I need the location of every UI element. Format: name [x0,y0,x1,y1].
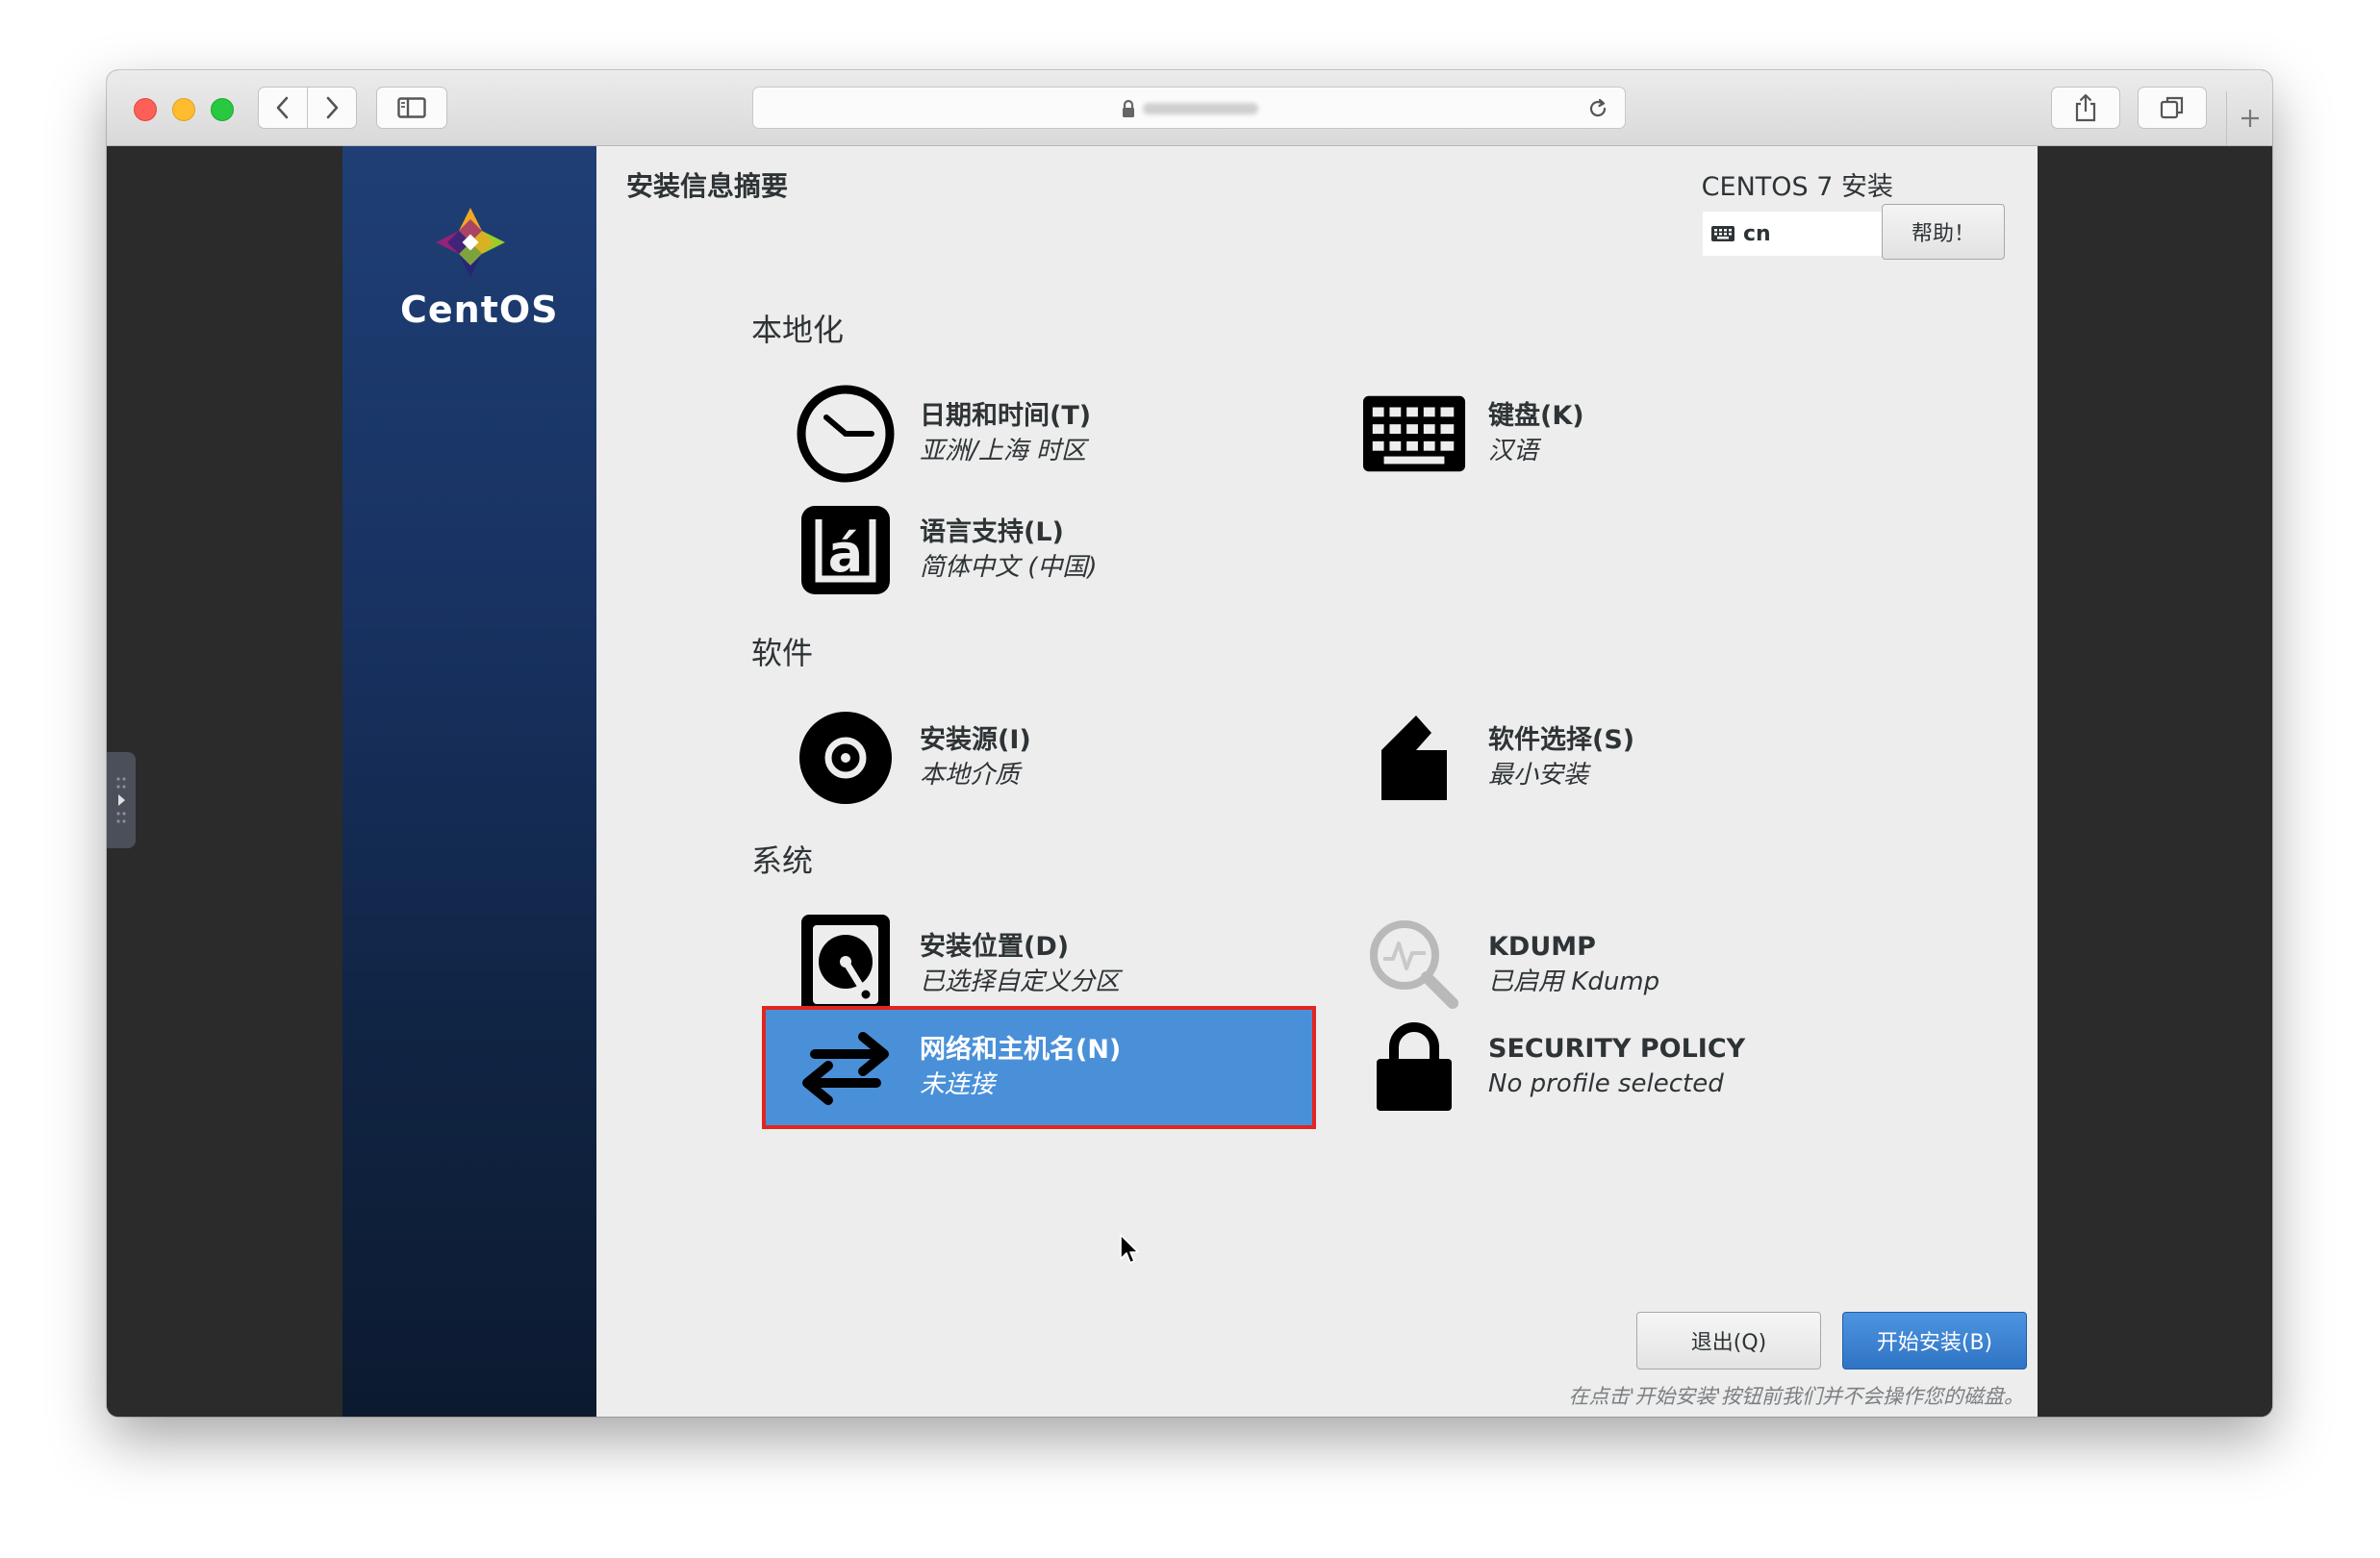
spoke-name: 键盘(K) [1488,401,1584,431]
spoke-status: 最小安装 [1488,761,1589,790]
spoke-name: KDUMP [1488,932,1596,962]
installer-sidebar: CentOS [342,146,596,1417]
plus-icon [2241,110,2259,127]
sidebar-icon [397,97,426,118]
spoke-status: 亚洲/上海 时区 [920,437,1087,465]
blurred-url [1143,103,1258,114]
section-title-localization: 本地化 [751,312,845,348]
reload-icon[interactable] [1586,97,1609,120]
browser-toolbar [107,70,2272,146]
spoke-name: 语言支持(L) [920,517,1064,547]
new-tab-button[interactable] [2226,91,2272,145]
disk-safety-note: 在点击'开始安装'按钮前我们并不会操作您的磁盘。 [1568,1385,2024,1408]
sidebar-toggle-button[interactable] [376,87,447,129]
lock-icon [1123,99,1134,117]
spoke-language-support[interactable]: á 语言支持(L) 简体中文 (中国) [793,497,1098,603]
minimize-window-button[interactable] [172,98,195,121]
spoke-status: 本地介质 [920,761,1021,790]
keyboard-icon [1362,395,1466,472]
spoke-status: 已启用 Kdump [1488,967,1660,996]
drawer-arrow-icon [116,777,126,823]
spoke-name: SECURITY POLICY [1488,1034,1746,1064]
spoke-name: 日期和时间(T) [920,401,1092,431]
zoom-window-button[interactable] [211,98,234,121]
spoke-software-selection[interactable]: 软件选择(S) 最小安装 [1361,705,1634,811]
language-icon: á [801,506,890,594]
keyboard-small-icon [1711,226,1734,241]
centos-logo: CentOS [400,204,559,331]
spoke-status: No profile selected [1488,1069,1724,1098]
forward-button[interactable] [307,87,357,129]
spoke-date-time[interactable]: 日期和时间(T) 亚洲/上海 时区 [793,381,1091,487]
spoke-security-policy[interactable]: SECURITY POLICY No profile selected [1361,1014,1745,1119]
mouse-cursor-icon [1120,1234,1139,1264]
spoke-status: 简体中文 (中国) [920,553,1098,582]
spoke-name: 软件选择(S) [1488,725,1635,755]
begin-installation-button[interactable]: 开始安装(B) [1842,1312,2027,1370]
spoke-installation-source[interactable]: 安装源(I) 本地介质 [793,705,1031,811]
show-tabs-button[interactable] [2138,87,2207,129]
console-drawer-handle[interactable] [107,752,136,848]
padlock-icon [1377,1022,1452,1111]
brand-name: CentOS [400,289,559,331]
spoke-kdump[interactable]: KDUMP 已启用 Kdump [1361,912,1659,1018]
tabs-icon [2160,96,2184,119]
hard-disk-icon [801,915,890,1015]
keyboard-layout-indicator[interactable]: cn [1703,212,1882,256]
section-title-system: 系统 [751,842,814,879]
chevron-right-icon [326,96,339,119]
address-bar[interactable] [752,87,1626,129]
centos-logo-icon [435,208,505,277]
spoke-installation-destination[interactable]: 安装位置(D) 已选择自定义分区 [793,912,1120,1018]
clock-icon [797,385,895,483]
product-title: CENTOS 7 安装 [1701,172,1893,202]
quit-button[interactable]: 退出(Q) [1636,1312,1821,1370]
svg-text:á: á [828,523,863,584]
share-button[interactable] [2051,87,2120,129]
page-title: 安装信息摘要 [626,170,789,202]
highlight-box [762,1006,1316,1129]
share-icon [2075,93,2096,122]
spoke-name: 安装源(I) [920,725,1031,755]
chevron-left-icon [276,96,289,119]
back-button[interactable] [258,87,308,129]
spoke-name: 安装位置(D) [920,932,1070,962]
browser-window: CentOS 安装信息摘要 CENTOS 7 安装 cn 帮助！ 本地化 日期和… [107,70,2272,1417]
installation-summary: 安装信息摘要 CENTOS 7 安装 cn 帮助！ 本地化 日期和时间(T) 亚… [596,146,2038,1417]
help-button[interactable]: 帮助！ [1882,204,2005,260]
keyboard-layout-code: cn [1743,221,1771,246]
spoke-status: 已选择自定义分区 [920,967,1121,996]
section-title-software: 软件 [751,635,814,671]
close-window-button[interactable] [134,98,157,121]
package-icon [1381,716,1447,800]
vm-console: CentOS 安装信息摘要 CENTOS 7 安装 cn 帮助！ 本地化 日期和… [107,146,2272,1417]
spoke-keyboard[interactable]: 键盘(K) 汉语 [1361,381,1584,487]
magnifier-icon [1370,920,1458,1009]
disc-icon [799,712,892,804]
spoke-status: 汉语 [1488,437,1539,465]
